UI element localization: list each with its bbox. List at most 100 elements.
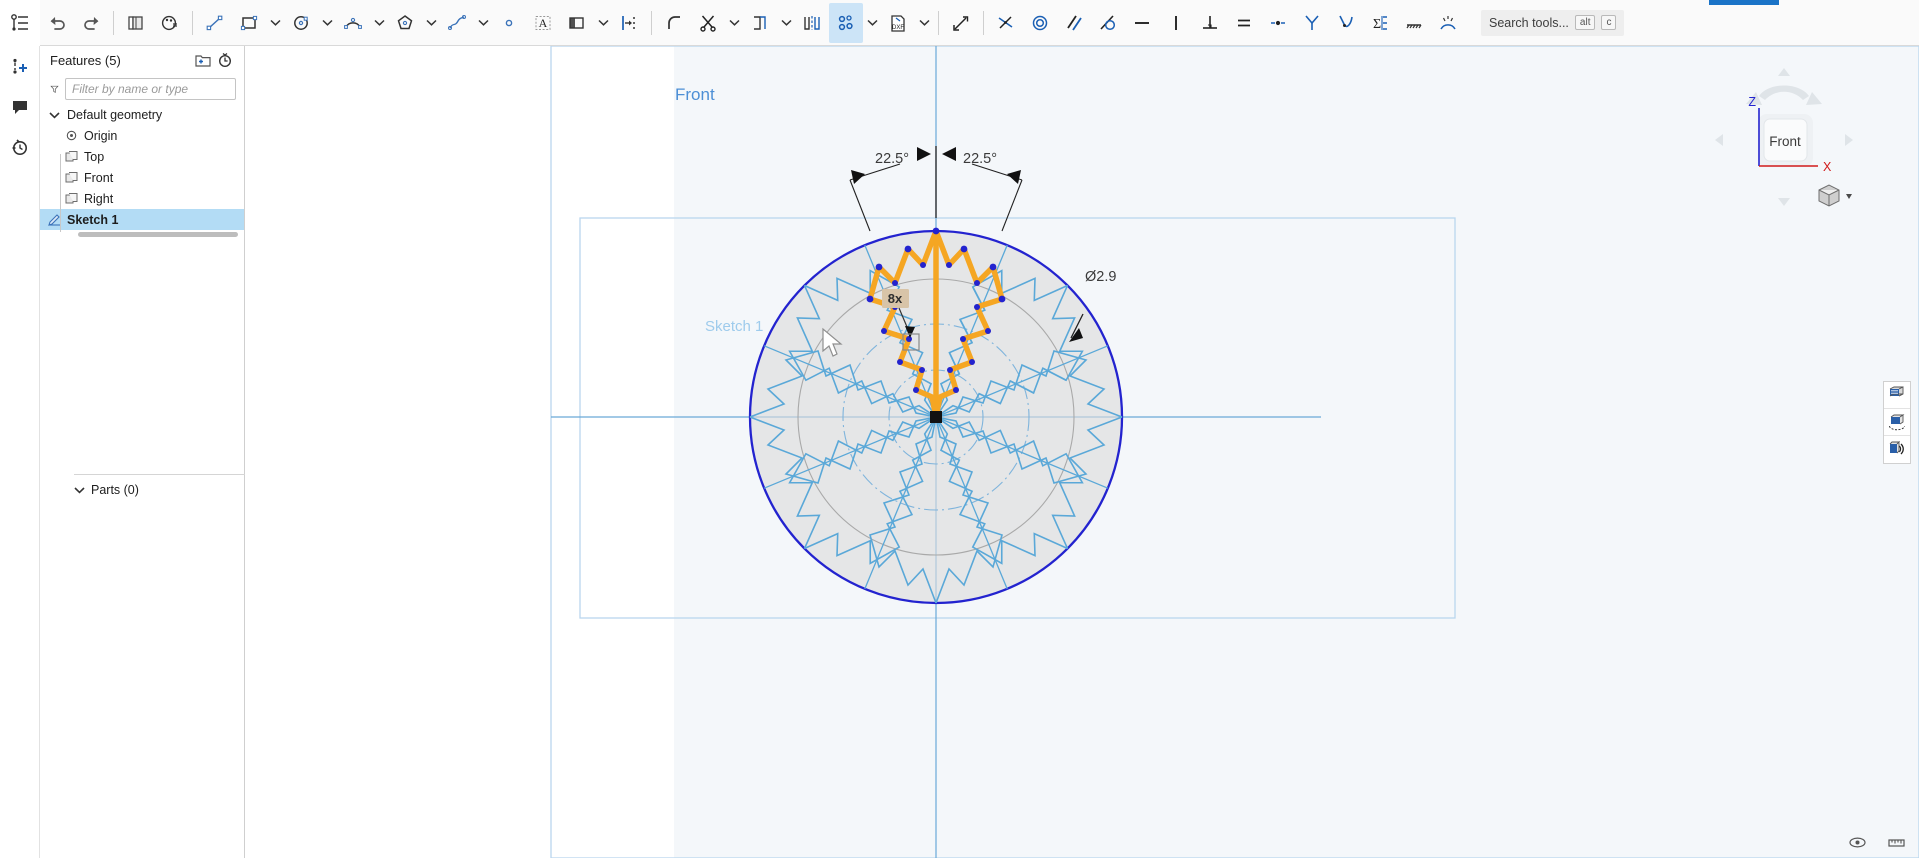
tree-item-front[interactable]: Front: [40, 167, 244, 188]
perpendicular-constraint-button[interactable]: [1193, 3, 1227, 43]
features-tree: Default geometry Origin Top Front Right …: [40, 104, 244, 230]
chevron-down-icon: [269, 19, 281, 26]
rollback-icon: [218, 52, 232, 68]
features-filter-input[interactable]: [65, 78, 236, 100]
midpoint-constraint-button[interactable]: [1261, 3, 1295, 43]
text-icon: A: [535, 15, 551, 30]
extend-dropdown-caret[interactable]: [777, 3, 795, 43]
arc-tool-button[interactable]: [336, 3, 370, 43]
mirror-icon: [804, 15, 820, 30]
rail-history-button[interactable]: [5, 132, 35, 162]
tangent-constraint-button[interactable]: [1091, 3, 1125, 43]
offset-tool-button[interactable]: [560, 3, 594, 43]
coincident-constraint-button[interactable]: [989, 3, 1023, 43]
arc-dropdown-caret[interactable]: [370, 3, 388, 43]
tree-item-label: Sketch 1: [67, 212, 119, 227]
tree-guide-line: [60, 154, 61, 232]
rectangle-dropdown-caret[interactable]: [266, 3, 284, 43]
plane-icon: [63, 171, 79, 185]
filter-icon[interactable]: [50, 81, 59, 97]
spline-icon: [448, 14, 466, 30]
linear-pattern-tool-button[interactable]: [829, 2, 863, 43]
view-mode-button[interactable]: [1818, 184, 1852, 207]
point-tool-button[interactable]: [492, 3, 526, 43]
chevron-down-icon: [866, 19, 878, 26]
tree-item-default-geometry[interactable]: Default geometry: [40, 104, 244, 125]
new-folder-button[interactable]: [192, 49, 214, 71]
horizontal-constraint-button[interactable]: [1125, 3, 1159, 43]
tree-item-top[interactable]: Top: [40, 146, 244, 167]
angle-right-label[interactable]: 22.5°: [963, 151, 997, 167]
toolbar-group-constraints: Σ: [989, 0, 1465, 46]
symmetric-icon: [1305, 14, 1319, 30]
render-mode-button[interactable]: [1884, 436, 1910, 463]
spline-dropdown-caret[interactable]: [474, 3, 492, 43]
symmetric-constraint-button[interactable]: [1295, 3, 1329, 43]
rectangle-tool-button[interactable]: [232, 3, 266, 43]
line-tool-button[interactable]: [198, 3, 232, 43]
view-cube[interactable]: Front Z X: [1699, 58, 1869, 218]
chevron-down-icon: [780, 19, 792, 26]
circle-dropdown-caret[interactable]: [318, 3, 336, 43]
diameter-label[interactable]: Ø2.9: [1085, 269, 1116, 285]
copy-sketch-button[interactable]: [119, 3, 153, 43]
fit-spline-button[interactable]: [1431, 3, 1465, 43]
rail-history-icon: [12, 139, 27, 155]
rail-assembly-button[interactable]: [5, 52, 35, 82]
vertical-icon: [1175, 15, 1177, 30]
dxf-dropdown-caret[interactable]: [915, 3, 933, 43]
graphics-canvas[interactable]: 22.5° 22.5° 8x Ø2.9 Front Sketch 1 Front…: [245, 46, 1919, 858]
tree-item-origin[interactable]: Origin: [40, 125, 244, 146]
redo-icon: [83, 17, 98, 30]
undo-button[interactable]: [40, 3, 74, 43]
construction-toggle-button[interactable]: Σ: [1363, 3, 1397, 43]
fillet-tool-button[interactable]: [657, 3, 691, 43]
import-dxf-button[interactable]: DXF: [881, 3, 915, 43]
mirror-tool-button[interactable]: [795, 3, 829, 43]
rail-comments-button[interactable]: [5, 92, 35, 122]
tree-item-label: Default geometry: [67, 107, 163, 122]
dimension-tool-button[interactable]: [612, 3, 646, 43]
section-view-button[interactable]: [1884, 382, 1910, 409]
arc-icon: [344, 17, 362, 29]
parallel-constraint-button[interactable]: [1057, 3, 1091, 43]
hatch-button[interactable]: [1397, 3, 1431, 43]
redo-button[interactable]: [74, 3, 108, 43]
feature-list-toggle-button[interactable]: [0, 0, 40, 46]
measure-button[interactable]: [1888, 836, 1905, 854]
search-tools-box[interactable]: Search tools... alt c: [1481, 9, 1625, 36]
parts-section-header[interactable]: Parts (0): [74, 483, 139, 497]
polygon-tool-button[interactable]: [388, 3, 422, 43]
chevron-down-icon[interactable]: [46, 111, 62, 119]
polygon-dropdown-caret[interactable]: [422, 3, 440, 43]
text-tool-button[interactable]: A: [526, 3, 560, 43]
toolbar-separator: [651, 10, 652, 35]
features-scrollbar[interactable]: [78, 232, 238, 237]
origin-handle[interactable]: [930, 411, 942, 423]
chevron-down-icon: [74, 487, 85, 494]
angle-left-label[interactable]: 22.5°: [875, 151, 909, 167]
svg-text:Σ: Σ: [1373, 17, 1381, 32]
chevron-down-icon: [597, 19, 609, 26]
offset-dropdown-caret[interactable]: [594, 3, 612, 43]
trim-dropdown-caret[interactable]: [725, 3, 743, 43]
extend-tool-button[interactable]: [743, 3, 777, 43]
visibility-button[interactable]: [1849, 836, 1866, 854]
circle-tool-button[interactable]: [284, 3, 318, 43]
curvature-constraint-button[interactable]: [1329, 3, 1363, 43]
paste-sketch-button[interactable]: [153, 3, 187, 43]
rollback-button[interactable]: [214, 49, 236, 71]
concentric-constraint-button[interactable]: [1023, 3, 1057, 43]
vertical-constraint-button[interactable]: [1159, 3, 1193, 43]
display-state-button[interactable]: [1884, 409, 1910, 436]
tree-item-right[interactable]: Right: [40, 188, 244, 209]
trim-tool-button[interactable]: [691, 3, 725, 43]
search-tools-label: Search tools...: [1489, 15, 1569, 30]
transform-tool-button[interactable]: [944, 3, 978, 43]
spline-tool-button[interactable]: [440, 3, 474, 43]
equal-constraint-button[interactable]: [1227, 3, 1261, 43]
toolbar-separator: [113, 10, 114, 35]
pattern-dropdown-caret[interactable]: [863, 3, 881, 43]
tree-item-sketch-1[interactable]: Sketch 1: [40, 209, 244, 230]
horizontal-icon: [1135, 21, 1149, 24]
